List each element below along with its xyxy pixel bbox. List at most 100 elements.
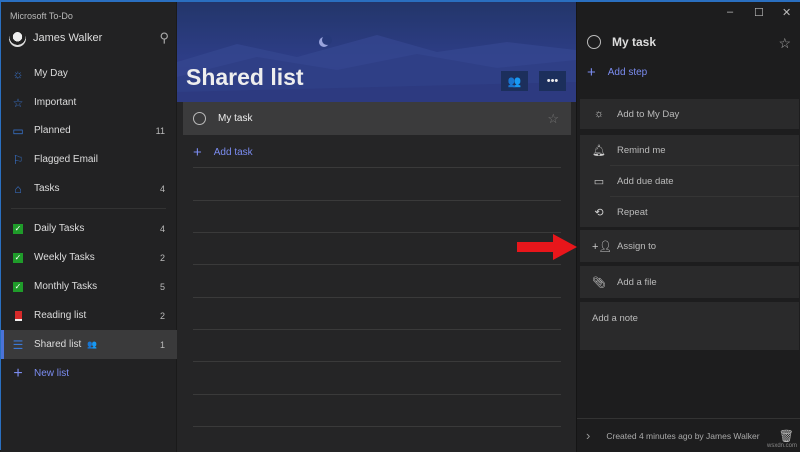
add-file-button[interactable]: 📎︎ Add a file bbox=[580, 266, 799, 298]
list-count: 4 bbox=[159, 223, 165, 234]
more-options-button[interactable]: ••• bbox=[539, 71, 566, 91]
red-arrow-annotation bbox=[517, 234, 577, 260]
divider bbox=[193, 394, 561, 395]
task-detail-pane: – ☐ ✕ My task ☆ + Add step ☼ Add to My Day… bbox=[576, 2, 800, 452]
search-icon[interactable]: ⚲ bbox=[159, 30, 169, 46]
divider bbox=[193, 264, 561, 265]
divider bbox=[193, 426, 561, 427]
add-task-button[interactable]: + Add task bbox=[193, 144, 253, 161]
shared-people-icon: 👥 bbox=[87, 340, 98, 349]
divider bbox=[11, 208, 166, 209]
add-to-my-day-button[interactable]: ☼ Add to My Day bbox=[580, 99, 799, 129]
new-list-button[interactable]: + New list bbox=[1, 359, 177, 388]
plus-icon: + bbox=[587, 64, 596, 81]
list-label: Shared list bbox=[34, 339, 82, 350]
star-icon[interactable]: ☆ bbox=[778, 35, 791, 52]
note-placeholder: Add a note bbox=[592, 313, 638, 324]
row-label: Assign to bbox=[617, 240, 657, 252]
divider bbox=[193, 232, 561, 233]
app-title: Microsoft To-Do bbox=[10, 11, 73, 21]
watermark: wsxdn.com bbox=[766, 443, 797, 449]
sidebar-item-label: My Day bbox=[34, 68, 68, 79]
sidebar-item-label: Important bbox=[34, 97, 77, 108]
add-task-label: Add task bbox=[213, 147, 253, 158]
chevron-right-icon[interactable]: › bbox=[586, 428, 590, 443]
remind-me-button[interactable]: 🔔︎ Remind me bbox=[580, 135, 799, 165]
sidebar-item-flagged-email[interactable]: ⚐ Flagged Email bbox=[1, 145, 177, 174]
sidebar-item-label: Flagged Email bbox=[34, 154, 98, 165]
row-label: Add to My Day bbox=[617, 108, 680, 120]
sun-icon: ☼ bbox=[593, 108, 605, 120]
star-icon: ☆ bbox=[12, 95, 24, 110]
divider bbox=[193, 361, 561, 362]
add-step-label: Add step bbox=[607, 67, 648, 78]
ellipsis-icon: ••• bbox=[546, 75, 559, 87]
list-icon: ☰ bbox=[12, 337, 24, 352]
checkbox-icon: ✓ bbox=[13, 252, 23, 263]
maximize-button[interactable]: ☐ bbox=[754, 6, 764, 19]
user-name: James Walker bbox=[33, 32, 103, 44]
flag-icon: ⚐ bbox=[12, 152, 24, 167]
row-label: Add due date bbox=[617, 175, 674, 187]
user-profile[interactable]: James Walker ⚲ bbox=[9, 28, 169, 48]
sun-icon: ☼ bbox=[12, 66, 24, 81]
list-label: Monthly Tasks bbox=[34, 281, 98, 292]
sidebar-item-count: 11 bbox=[155, 125, 165, 136]
created-info: Created 4 minutes ago by James Walker bbox=[606, 430, 760, 441]
add-step-button[interactable]: + Add step bbox=[587, 64, 647, 81]
sidebar-item-tasks[interactable]: ⌂ Tasks 4 bbox=[1, 174, 177, 203]
list-weekly-tasks[interactable]: ✓ Weekly Tasks 2 bbox=[1, 243, 177, 272]
sidebar-item-planned[interactable]: ▭ Planned 11 bbox=[1, 116, 177, 145]
repeat-button[interactable]: ⟲ Repeat bbox=[580, 197, 799, 227]
list-daily-tasks[interactable]: ✓ Daily Tasks 4 bbox=[1, 214, 177, 243]
minimize-button[interactable]: – bbox=[727, 6, 733, 18]
add-note-field[interactable]: Add a note bbox=[580, 302, 799, 350]
list-label: Daily Tasks bbox=[34, 223, 85, 234]
task-list-pane: Shared list 👥 ••• My task ☆ + Add task bbox=[177, 2, 576, 452]
assign-to-button[interactable]: +👤︎ Assign to bbox=[580, 230, 799, 262]
sidebar: Microsoft To-Do James Walker ⚲ ☼ My Day ☆… bbox=[1, 2, 177, 452]
detail-task-header: My task bbox=[587, 35, 656, 49]
paperclip-icon: 📎︎ bbox=[592, 276, 606, 289]
app-window: Microsoft To-Do James Walker ⚲ ☼ My Day ☆… bbox=[0, 0, 800, 452]
complete-checkbox[interactable] bbox=[193, 112, 206, 125]
book-icon bbox=[11, 309, 25, 323]
home-icon: ⌂ bbox=[14, 181, 22, 196]
reminders-card: 🔔︎ Remind me ▭ Add due date ⟲ Repeat bbox=[580, 135, 799, 227]
calendar-icon: ▭ bbox=[12, 123, 24, 138]
sidebar-item-label: Tasks bbox=[34, 183, 60, 194]
repeat-icon: ⟲ bbox=[594, 206, 604, 219]
list-label: Reading list bbox=[34, 310, 87, 321]
row-label: Remind me bbox=[617, 144, 666, 156]
detail-task-title[interactable]: My task bbox=[612, 35, 656, 49]
file-card: 📎︎ Add a file bbox=[580, 266, 799, 298]
list-label: Weekly Tasks bbox=[34, 252, 95, 263]
list-count: 5 bbox=[159, 281, 165, 292]
trash-icon[interactable]: 🗑︎ bbox=[779, 429, 794, 443]
plus-icon: + bbox=[193, 144, 202, 161]
task-item[interactable]: My task ☆ bbox=[183, 102, 571, 135]
sidebar-item-my-day[interactable]: ☼ My Day bbox=[1, 59, 177, 88]
divider bbox=[193, 329, 561, 330]
task-title: My task bbox=[218, 113, 253, 124]
sidebar-item-count: 4 bbox=[159, 183, 165, 194]
list-reading-list[interactable]: Reading list 2 bbox=[1, 301, 177, 330]
close-button[interactable]: ✕ bbox=[782, 6, 791, 19]
share-button[interactable]: 👥 bbox=[501, 71, 528, 91]
checkbox-icon: ✓ bbox=[13, 281, 23, 292]
list-monthly-tasks[interactable]: ✓ Monthly Tasks 5 bbox=[1, 272, 177, 301]
avatar bbox=[9, 29, 26, 47]
list-count: 2 bbox=[159, 252, 165, 263]
complete-checkbox[interactable] bbox=[587, 35, 601, 49]
calendar-icon: ▭ bbox=[593, 175, 605, 188]
list-shared-list[interactable]: ☰ Shared list 👥 1 bbox=[1, 330, 177, 359]
star-icon[interactable]: ☆ bbox=[547, 111, 559, 127]
add-to-my-day-card: ☼ Add to My Day bbox=[580, 99, 799, 129]
divider bbox=[193, 297, 561, 298]
page-title: Shared list bbox=[186, 64, 304, 90]
sidebar-item-important[interactable]: ☆ Important bbox=[1, 88, 177, 117]
add-due-date-button[interactable]: ▭ Add due date bbox=[580, 166, 799, 196]
list-count: 2 bbox=[159, 310, 165, 321]
people-icon: 👥 bbox=[507, 75, 522, 88]
add-person-icon: +👤︎ bbox=[592, 240, 613, 253]
